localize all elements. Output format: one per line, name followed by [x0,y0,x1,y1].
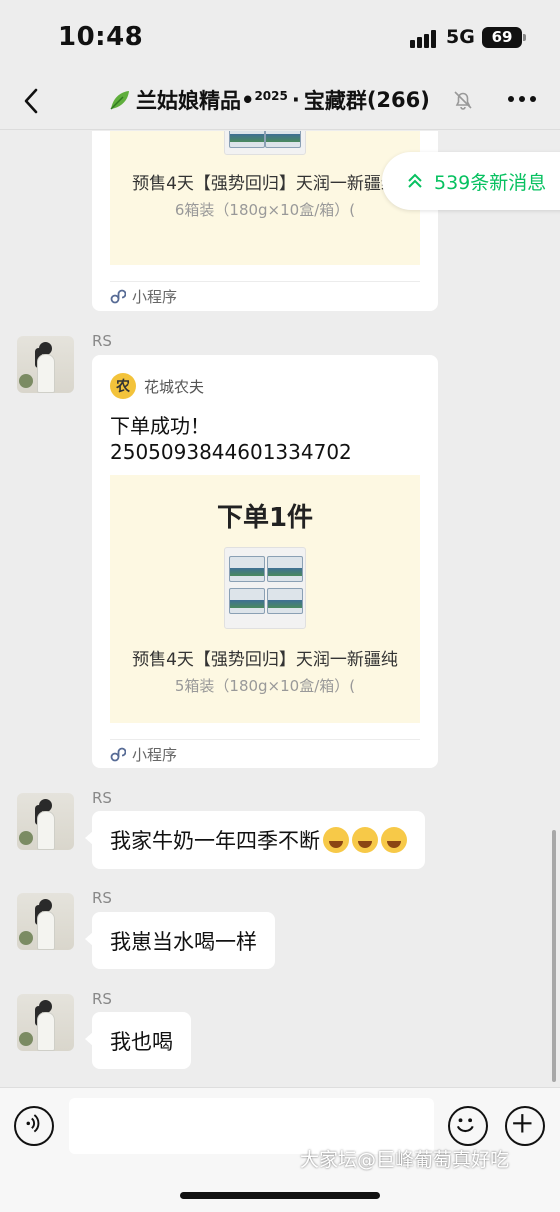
more-options-icon[interactable] [508,96,536,104]
voice-input-button[interactable] [14,1106,54,1146]
mini-program-app-name: 花城农夫 [144,377,205,396]
laughing-crying-emoji-icon [381,827,407,853]
mini-program-icon [110,747,126,761]
sender-name: RS [92,789,112,807]
watermark: 大家坛@巨峰葡萄真好吃 [300,1149,510,1171]
product-title: 预售4天【强势回归】天润一新疆纯 [132,174,398,194]
mini-program-preview: 预售4天【强势回归】天润一新疆纯 6箱装（180g×10盒/箱）( [110,131,420,265]
message-bubble[interactable]: 我家牛奶一年四季不断 [85,811,425,869]
order-success-text: 下单成功！ [110,414,210,438]
plus-icon [513,1114,532,1133]
mini-program-source: 农 花城农夫 [110,373,204,399]
farmer-logo-icon: 农 [110,373,136,399]
chat-title-main: 兰姑娘精品 [136,89,241,113]
message-bubble[interactable]: 我崽当水喝一样 [85,912,275,969]
smiley-icon [456,1118,474,1133]
message-text: 我家牛奶一年四季不断 [110,829,320,853]
chat-title-rest: 宝藏群 [303,89,367,113]
avatar[interactable] [17,336,74,393]
product-spec: 6箱装（180g×10盒/箱）( [174,201,356,219]
member-count: (266) [366,88,430,112]
mini-program-label: 小程序 [132,746,178,764]
mini-program-footer: 小程序 [110,739,420,769]
product-thumbnail [224,131,306,155]
chat-title-dot: • [241,88,255,112]
message-bubble[interactable]: 我也喝 [85,1012,191,1069]
new-messages-button[interactable]: 539条新消息 [382,152,560,210]
network-type: 5G [446,26,475,48]
home-indicator[interactable] [180,1192,380,1199]
avatar[interactable] [17,994,74,1051]
double-chevron-up-icon [408,173,422,188]
status-time: 10:48 [58,22,144,52]
emoji-button[interactable] [448,1106,488,1146]
mini-program-card[interactable]: 农 花城农夫 下单成功！ 2505093844601334702 下单1件 预售… [92,355,438,768]
avatar[interactable] [17,893,74,950]
mini-program-preview: 下单1件 预售4天【强势回归】天润一新疆纯 5箱装（180g×10盒/箱）( [110,475,420,723]
new-messages-label: 539条新消息 [434,171,547,194]
mini-program-text: 下单成功！ 2505093844601334702 [110,413,352,465]
battery-icon: 69 [482,27,526,48]
product-title: 预售4天【强势回归】天润一新疆纯 [132,650,398,670]
back-chevron-icon[interactable] [20,86,44,116]
product-thumbnail [224,547,306,629]
mini-program-icon [110,289,126,303]
scrollbar[interactable] [552,830,556,1082]
message-text: 我崽当水喝一样 [110,929,257,954]
mini-program-footer: 小程序 [110,281,420,311]
chat-title-dot2: · [291,88,300,112]
mini-program-card[interactable]: 预售4天【强势回归】天润一新疆纯 6箱装（180g×10盒/箱）( 小程序 [92,131,438,311]
message-text: 我也喝 [110,1029,173,1054]
chat-title-sup: 2025 [254,89,288,103]
voice-icon [26,1114,40,1133]
order-number: 2505093844601334702 [110,440,352,464]
chat-title: 兰姑娘精品 • 2025 · 宝藏群 (266) [108,85,430,115]
order-heading: 下单1件 [216,503,314,533]
sender-name: RS [92,332,112,350]
signal-icon [410,30,438,48]
product-spec: 5箱装（180g×10盒/箱）( [174,677,356,695]
chat-messages: 预售4天【强势回归】天润一新疆纯 6箱装（180g×10盒/箱）( 小程序 RS… [0,131,560,1087]
status-bar: 10:48 5G 69 [0,0,560,72]
leaf-icon [110,91,129,110]
mini-program-label: 小程序 [132,288,178,306]
chat-header: 兰姑娘精品 • 2025 · 宝藏群 (266) [0,72,560,130]
sender-name: RS [92,889,112,907]
mute-bell-icon [454,91,472,110]
avatar[interactable] [17,793,74,850]
more-functions-button[interactable] [505,1106,545,1146]
laughing-crying-emoji-icon [352,827,378,853]
laughing-crying-emoji-icon [323,827,349,853]
sender-name: RS [92,990,112,1008]
